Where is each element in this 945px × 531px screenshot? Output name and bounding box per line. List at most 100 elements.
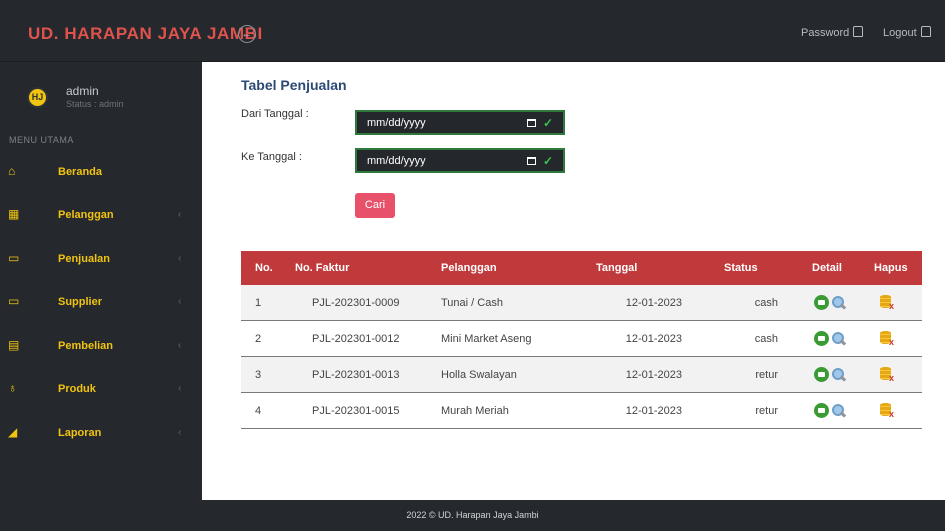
table-header: No. No. Faktur Pelanggan Tanggal Status … xyxy=(241,251,922,285)
chevron-left-icon: ‹ xyxy=(178,296,182,307)
home-icon: ⌂ xyxy=(8,164,16,178)
cell-no: 2 xyxy=(255,332,262,345)
chevron-left-icon: ‹ xyxy=(178,253,182,264)
chevron-left-icon: ‹ xyxy=(178,427,182,438)
cell-hapus xyxy=(856,294,922,311)
sidebar-item-supplier[interactable]: ▭ Supplier ‹ xyxy=(0,288,202,316)
cell-no: 4 xyxy=(255,404,262,417)
sidebar-item-beranda[interactable]: ⌂ Beranda xyxy=(0,158,202,186)
cell-tanggal: 12-01-2023 xyxy=(625,296,682,309)
sidebar-item-pembelian[interactable]: ▤ Pembelian ‹ xyxy=(0,332,202,360)
medal-icon: ♁ xyxy=(8,381,17,395)
column-header-tanggal: Tanggal xyxy=(596,262,638,274)
sidebar-item-produk[interactable]: ♁ Produk ‹ xyxy=(0,375,202,403)
footer: 2022 © UD. Harapan Jaya Jambi xyxy=(0,500,945,531)
search-icon[interactable] xyxy=(831,295,846,310)
cell-tanggal: 12-01-2023 xyxy=(625,332,682,345)
calendar-icon[interactable] xyxy=(526,118,536,127)
search-button[interactable]: Cari xyxy=(355,193,395,218)
print-icon[interactable] xyxy=(814,295,829,310)
column-header-status: Status xyxy=(724,262,758,274)
unlock-icon xyxy=(920,26,931,37)
cell-faktur: PJL-202301-0013 xyxy=(312,368,400,381)
cell-detail xyxy=(786,331,856,346)
search-icon[interactable] xyxy=(831,367,846,382)
sidebar-item-label: Pelanggan xyxy=(58,209,114,221)
password-link[interactable]: Password xyxy=(801,26,864,39)
sidebar-item-pelanggan[interactable]: ▦ Pelanggan ‹ xyxy=(0,201,202,229)
cell-pelanggan: Holla Swalayan xyxy=(441,368,517,381)
print-icon[interactable] xyxy=(814,331,829,346)
cell-detail xyxy=(786,367,856,382)
cell-detail xyxy=(786,403,856,418)
avatar: HJ xyxy=(27,87,48,108)
cell-hapus xyxy=(856,402,922,419)
search-icon[interactable] xyxy=(831,331,846,346)
cell-tanggal: 12-01-2023 xyxy=(625,368,682,381)
sidebar-item-penjualan[interactable]: ▭ Penjualan ‹ xyxy=(0,245,202,273)
database-delete-icon[interactable] xyxy=(880,402,895,419)
cell-status: cash xyxy=(754,296,778,309)
table-row: 3 PJL-202301-0013 Holla Swalayan 12-01-2… xyxy=(241,357,922,393)
cell-hapus xyxy=(856,330,922,347)
sidebar-toggle-button[interactable]: ← xyxy=(238,25,256,43)
print-icon[interactable] xyxy=(814,403,829,418)
cell-pelanggan: Murah Meriah xyxy=(441,404,509,417)
calendar-icon[interactable] xyxy=(526,156,536,165)
lock-icon xyxy=(853,26,864,37)
cell-no: 1 xyxy=(255,296,262,309)
check-icon: ✓ xyxy=(542,115,553,130)
column-header-detail: Detail xyxy=(812,262,842,274)
cell-pelanggan: Tunai / Cash xyxy=(441,296,503,309)
print-icon[interactable] xyxy=(814,367,829,382)
arrow-left-icon: ← xyxy=(241,28,253,40)
password-link-label: Password xyxy=(801,27,850,39)
from-date-placeholder: mm/dd/yyyy xyxy=(367,116,426,129)
sidebar-item-label: Penjualan xyxy=(58,253,110,265)
menu-header: MENU UTAMA xyxy=(9,135,74,145)
chart-icon: ◢ xyxy=(8,425,18,439)
database-delete-icon[interactable] xyxy=(880,366,895,383)
column-header-faktur: No. Faktur xyxy=(295,262,350,274)
sidebar-item-laporan[interactable]: ◢ Laporan ‹ xyxy=(0,419,202,447)
main-content: Tabel Penjualan Dari Tanggal : mm/dd/yyy… xyxy=(202,62,945,500)
window-icon: ▭ xyxy=(8,251,20,265)
from-date-label: Dari Tanggal : xyxy=(241,108,309,120)
cell-no: 3 xyxy=(255,368,262,381)
database-delete-icon[interactable] xyxy=(880,330,895,347)
sidebar-item-label: Pembelian xyxy=(58,340,114,352)
logout-link-label: Logout xyxy=(883,27,917,39)
cell-faktur: PJL-202301-0009 xyxy=(312,296,400,309)
column-header-pelanggan: Pelanggan xyxy=(441,262,497,274)
from-date-input[interactable]: mm/dd/yyyy ✓ xyxy=(355,110,565,135)
top-navbar: UD. HARAPAN JAYA JAMBI ← Password Logout xyxy=(0,0,945,62)
cell-faktur: PJL-202301-0015 xyxy=(312,404,400,417)
to-date-input[interactable]: mm/dd/yyyy ✓ xyxy=(355,148,565,173)
cell-tanggal: 12-01-2023 xyxy=(625,404,682,417)
monitor-icon: ▭ xyxy=(8,294,20,308)
chevron-left-icon: ‹ xyxy=(178,209,182,220)
user-status: Status : admin xyxy=(66,99,124,109)
sidebar-item-label: Beranda xyxy=(58,166,103,178)
user-name: admin xyxy=(66,84,99,98)
column-header-no: No. xyxy=(255,262,273,274)
logout-link[interactable]: Logout xyxy=(883,26,931,39)
grid-icon: ▦ xyxy=(8,207,20,221)
column-header-hapus: Hapus xyxy=(874,262,908,274)
chevron-left-icon: ‹ xyxy=(178,340,182,351)
to-date-label: Ke Tanggal : xyxy=(241,151,302,163)
brand-title[interactable]: UD. HARAPAN JAYA JAMBI xyxy=(28,24,263,44)
database-delete-icon[interactable] xyxy=(880,294,895,311)
cell-hapus xyxy=(856,366,922,383)
table-row: 4 PJL-202301-0015 Murah Meriah 12-01-202… xyxy=(241,393,922,429)
cell-pelanggan: Mini Market Aseng xyxy=(441,332,532,345)
sidebar-item-label: Supplier xyxy=(58,296,103,308)
cell-detail xyxy=(786,295,856,310)
search-icon[interactable] xyxy=(831,403,846,418)
table-row: 1 PJL-202301-0009 Tunai / Cash 12-01-202… xyxy=(241,285,922,321)
cell-status: retur xyxy=(755,404,778,417)
check-icon: ✓ xyxy=(542,153,553,168)
clipboard-icon: ▤ xyxy=(8,338,20,352)
cell-status: cash xyxy=(754,332,778,345)
sidebar-item-label: Produk xyxy=(58,383,96,395)
